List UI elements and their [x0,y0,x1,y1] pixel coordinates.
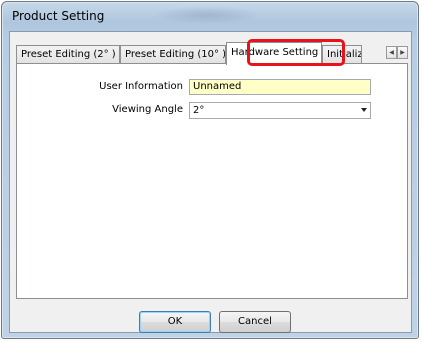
tab-strip: Preset Editing (2° ) Preset Editing (10°… [16,42,408,65]
dialog-client-area: Preset Editing (2° ) Preset Editing (10°… [9,31,412,333]
viewing-angle-select[interactable]: 2° [189,102,371,119]
tab-scroll-right-icon[interactable]: ▶ [397,46,408,59]
ok-button[interactable]: OK [139,311,211,333]
hardware-setting-panel: User Information Unnamed Viewing Angle 2… [16,63,408,299]
tab-scroll-left-icon[interactable]: ◀ [386,46,397,59]
dialog-title: Product Setting [12,9,105,23]
titlebar-decoration [152,6,262,24]
dropdown-arrow-icon[interactable] [361,108,367,112]
cancel-button[interactable]: Cancel [219,311,291,333]
viewing-angle-label: Viewing Angle [112,104,183,115]
user-information-label: User Information [99,81,183,92]
tab-preset-editing-2[interactable]: Preset Editing (2° ) [16,45,120,63]
tab-preset-editing-10[interactable]: Preset Editing (10° ) [120,45,226,63]
viewing-angle-value: 2° [193,105,205,116]
hardware-setting-highlight-box [247,39,345,66]
product-setting-dialog: Product Setting Preset Editing (2° ) Pre… [1,1,419,339]
user-information-input[interactable]: Unnamed [189,79,371,95]
